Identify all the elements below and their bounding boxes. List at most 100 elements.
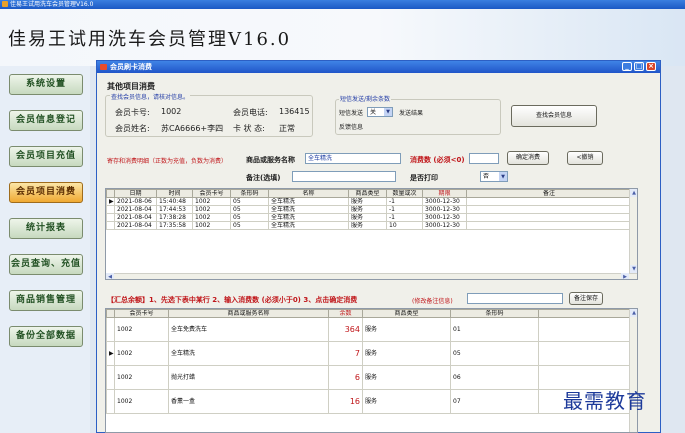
col-card-no[interactable]: 会员卡号 [192, 189, 231, 198]
cell-type: 服务 [348, 221, 387, 230]
product-input[interactable]: 全车精洗 [305, 153, 401, 164]
cell-expiry: 3000-12-30 [422, 197, 467, 206]
cell-type: 服务 [348, 213, 387, 222]
print-select[interactable]: 否 ▼ [480, 171, 508, 182]
scroll-down-icon[interactable]: ▼ [630, 265, 637, 273]
cell-date: 2021-08-04 [114, 221, 157, 230]
table-row[interactable]: 1002 香薰一盒 16 服务 07 [106, 389, 632, 414]
remark-label: 备注(选填) [246, 174, 281, 182]
sidebar-item-system-settings[interactable]: 系统设置 [9, 74, 83, 95]
sidebar-item-goods-sales[interactable]: 商品销售管理 [9, 290, 83, 311]
col-name[interactable]: 名称 [268, 189, 349, 198]
col-expiry[interactable]: 期限 [422, 189, 467, 198]
close-icon[interactable]: × [646, 62, 656, 71]
cell-name: 全车精洗 [268, 221, 349, 230]
member-hint: 查找会员信息，请核对信息。 [110, 92, 191, 101]
cell-card-no: 1002 [114, 365, 169, 390]
sidebar-item-statistics[interactable]: 统计报表 [9, 218, 83, 239]
sms-send-select[interactable]: 关 ▼ [367, 107, 393, 117]
scroll-left-icon[interactable]: ◀ [106, 273, 114, 279]
detail-note: 寄存和消费明细（正数为充值，负数为消费） [107, 158, 228, 165]
print-label: 是否打印 [410, 174, 438, 182]
cancel-consume-button[interactable]: <撤销 [567, 151, 603, 165]
cell-barcode: 05 [230, 213, 269, 222]
table-row[interactable]: 2021-08-04 17:38:28 1002 05 全车精洗 服务 -1 3… [106, 213, 632, 222]
app-icon [2, 1, 8, 7]
scroll-up-icon[interactable]: ▲ [630, 309, 637, 317]
phone-value: 136415 [279, 107, 310, 116]
col-balance[interactable]: 余数 [328, 309, 363, 318]
cell-balance: 6 [328, 365, 363, 390]
row-selector-icon: ▶ [106, 341, 115, 366]
summary-instruction: 【汇总余额】1、先选下表中某行 2、输入消费数 (必须小于0) 3、点击确定消费 [107, 296, 358, 304]
confirm-consume-button[interactable]: 确定消费 [507, 151, 549, 165]
table-row[interactable]: 2021-08-04 17:44:53 1002 05 全车精洗 服务 -1 3… [106, 205, 632, 214]
watermark: 最需教育 [563, 389, 647, 413]
sidebar-item-member-query[interactable]: 会员查询、充值 [9, 254, 83, 275]
sidebar-item-member-consume[interactable]: 会员项目消费 [9, 182, 83, 203]
cell-card-no: 1002 [192, 221, 231, 230]
col-type[interactable]: 商品类型 [362, 309, 451, 318]
header-banner: 佳易王试用洗车会员管理V16.0 [0, 9, 685, 66]
records-vertical-scrollbar[interactable]: ▲ ▼ [629, 189, 637, 273]
col-type[interactable]: 商品类型 [348, 189, 387, 198]
col-barcode[interactable]: 条形码 [450, 309, 539, 318]
table-row[interactable]: ▶ 2021-08-06 15:40:48 1002 05 全车精洗 服务 -1… [106, 197, 632, 206]
cell-barcode: 05 [230, 197, 269, 206]
table-row[interactable]: 2021-08-04 17:35:58 1002 05 全车精洗 服务 10 3… [106, 221, 632, 230]
cell-barcode: 05 [230, 205, 269, 214]
cell-time: 17:44:53 [156, 205, 193, 214]
cell-product-name: 抛光打蜡 [168, 365, 329, 390]
table-row[interactable]: 1002 全车免费洗车 364 服务 01 [106, 317, 632, 342]
cell-time: 17:35:58 [156, 221, 193, 230]
records-horizontal-scrollbar[interactable]: ◀ ▶ [106, 273, 637, 279]
cell-date: 2021-08-04 [114, 205, 157, 214]
table-row[interactable]: 1002 抛光打蜡 6 服务 06 [106, 365, 632, 390]
records-header-row: 日期 时间 会员卡号 条形码 名称 商品类型 数量或次 期限 备注 [106, 189, 632, 198]
sidebar-item-backup[interactable]: 备份全部数据 [9, 326, 83, 347]
sidebar-item-member-register[interactable]: 会员信息登记 [9, 110, 83, 131]
amount-label: 消费数 (必须<0) [410, 156, 465, 164]
title-bar: 佳易王试用洗车会员管理V16.0 [0, 0, 685, 9]
cell-barcode: 01 [450, 317, 539, 342]
table-row[interactable]: ▶ 1002 全车精洗 7 服务 05 [106, 341, 632, 366]
col-date[interactable]: 日期 [114, 189, 157, 198]
save-remark-button[interactable]: 备注保存 [569, 292, 603, 305]
minimize-icon[interactable]: _ [622, 62, 632, 71]
col-quantity[interactable]: 数量或次 [386, 189, 423, 198]
dialog-title: 会员刷卡消费 [110, 63, 152, 71]
cell-product-name: 全车免费洗车 [168, 317, 329, 342]
find-member-button[interactable]: 查找会员信息 [511, 105, 597, 127]
cancel-label: 撤销 [581, 154, 594, 161]
scroll-right-icon[interactable]: ▶ [621, 273, 629, 279]
sidebar: 系统设置 会员信息登记 会员项目充值 会员项目消费 统计报表 会员查询、充值 商… [0, 66, 90, 433]
card-no-label: 会员卡号: [115, 108, 150, 117]
sms-title: 短信发送/剩余条数 [339, 94, 392, 103]
remark-input[interactable] [292, 171, 396, 182]
col-card-no[interactable]: 会员卡号 [114, 309, 169, 318]
summary-table: 会员卡号 商品或服务名称 余数 商品类型 条形码 1002 全车免费洗车 364… [105, 308, 638, 433]
cell-card-no: 1002 [192, 205, 231, 214]
col-barcode[interactable]: 条形码 [230, 189, 269, 198]
col-product-name[interactable]: 商品或服务名称 [168, 309, 329, 318]
cell-expiry: 3000-12-30 [422, 221, 467, 230]
cell-card-no: 1002 [114, 389, 169, 414]
scroll-up-icon[interactable]: ▲ [630, 189, 637, 197]
cell-expiry: 3000-12-30 [422, 205, 467, 214]
cell-balance: 16 [328, 389, 363, 414]
cell-balance: 7 [328, 341, 363, 366]
maximize-icon[interactable]: □ [634, 62, 644, 71]
cell-name: 全车精洗 [268, 213, 349, 222]
cell-time: 15:40:48 [156, 197, 193, 206]
sidebar-item-member-recharge[interactable]: 会员项目充值 [9, 146, 83, 167]
col-time[interactable]: 时间 [156, 189, 193, 198]
summary-header-row: 会员卡号 商品或服务名称 余数 商品类型 条形码 [106, 309, 632, 318]
amount-input[interactable] [469, 153, 499, 164]
col-remark[interactable]: 备注 [466, 189, 632, 198]
cell-product-name: 全车精洗 [168, 341, 329, 366]
name-value: 苏CA6666+李四 [161, 124, 224, 133]
summary-note-input[interactable] [467, 293, 563, 304]
status-label: 卡 状 态: [233, 124, 265, 133]
cell-remark [466, 197, 632, 206]
cell-type: 服务 [362, 389, 451, 414]
